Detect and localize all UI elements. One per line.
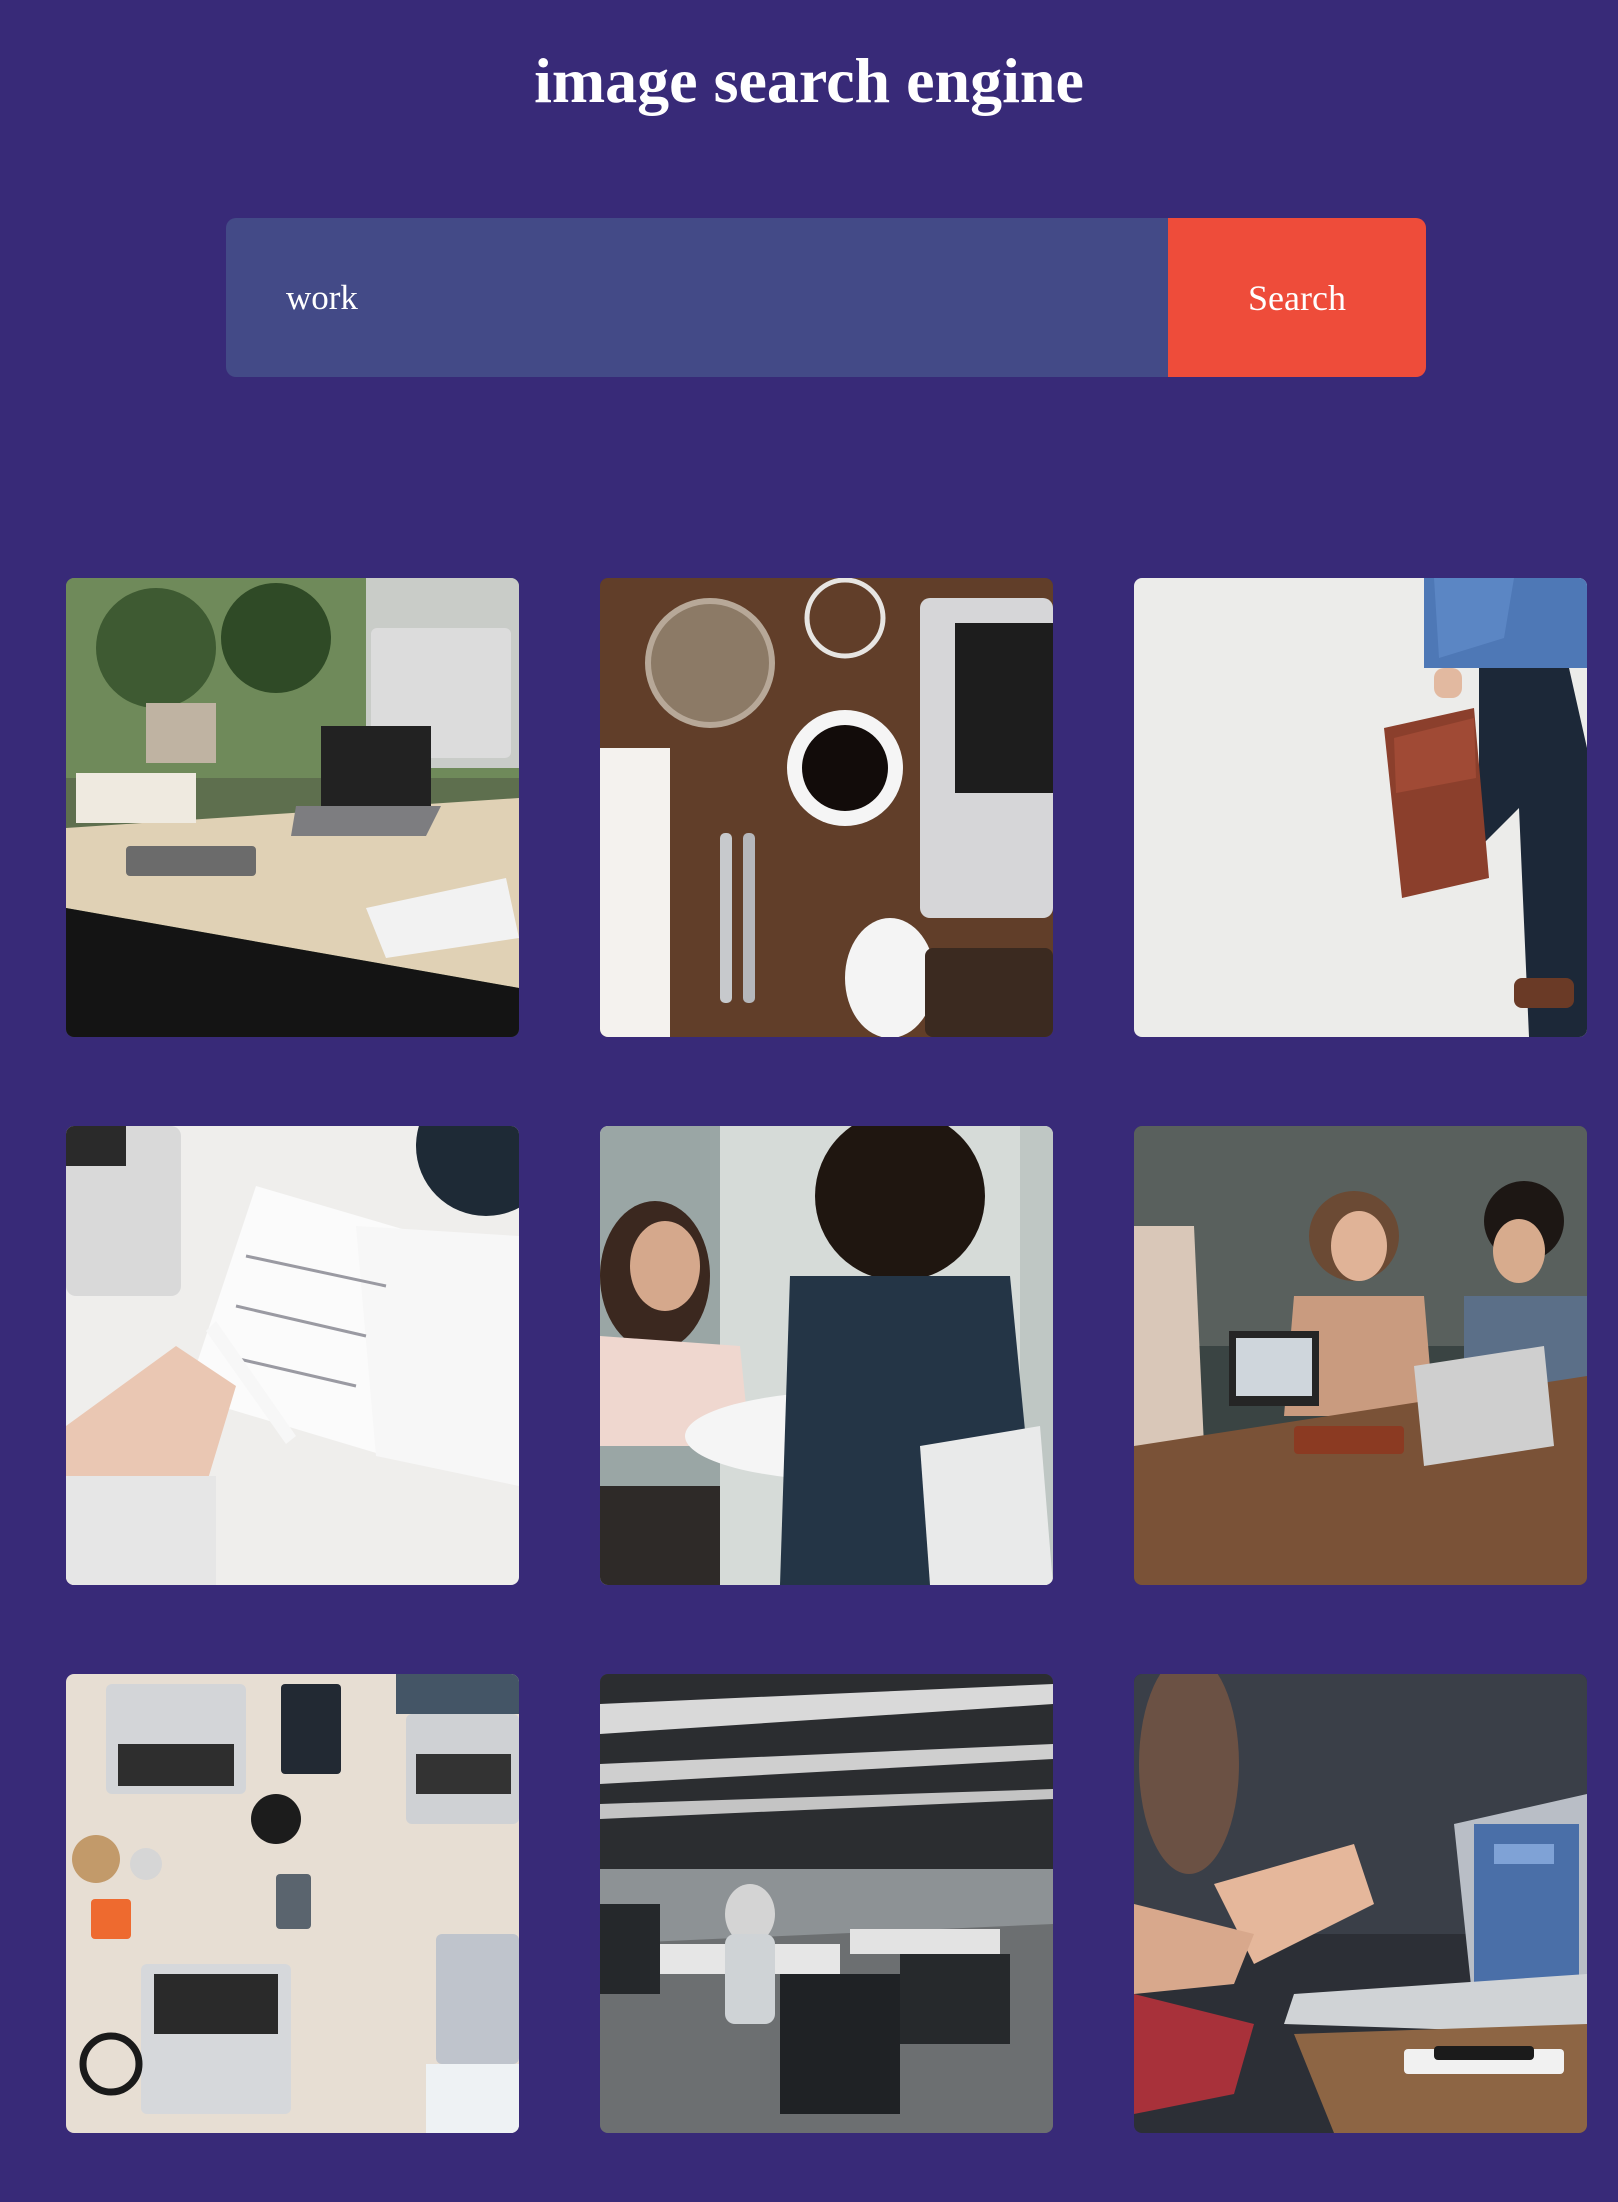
page-title: image search engine [534,45,1084,116]
man-with-briefcase-photo [1134,578,1587,1037]
open-plan-office-photo [600,1674,1053,2133]
result-image-1[interactable] [66,578,519,1037]
result-image-6[interactable] [1134,1126,1587,1585]
result-image-5[interactable] [600,1126,1053,1585]
search-form: Search [226,218,1426,377]
two-women-meeting-photo [600,1126,1053,1585]
result-image-4[interactable] [66,1126,519,1585]
result-image-3[interactable] [1134,578,1587,1037]
result-image-8[interactable] [600,1674,1053,2133]
result-image-9[interactable] [1134,1674,1587,2133]
team-laughing-with-laptops-photo [1134,1126,1587,1585]
laptops-on-table-overhead-photo [66,1674,519,2133]
desk-with-imac-and-plants-photo [66,578,519,1037]
hands-gesturing-at-laptop-photo [1134,1674,1587,2133]
search-input[interactable] [226,218,1168,377]
result-image-7[interactable] [66,1674,519,2133]
result-image-2[interactable] [600,578,1053,1037]
results-grid [66,578,1587,2133]
coffee-laptop-flatlay-photo [600,578,1053,1037]
hand-writing-in-planner-photo [66,1126,519,1585]
search-button[interactable]: Search [1168,218,1426,377]
